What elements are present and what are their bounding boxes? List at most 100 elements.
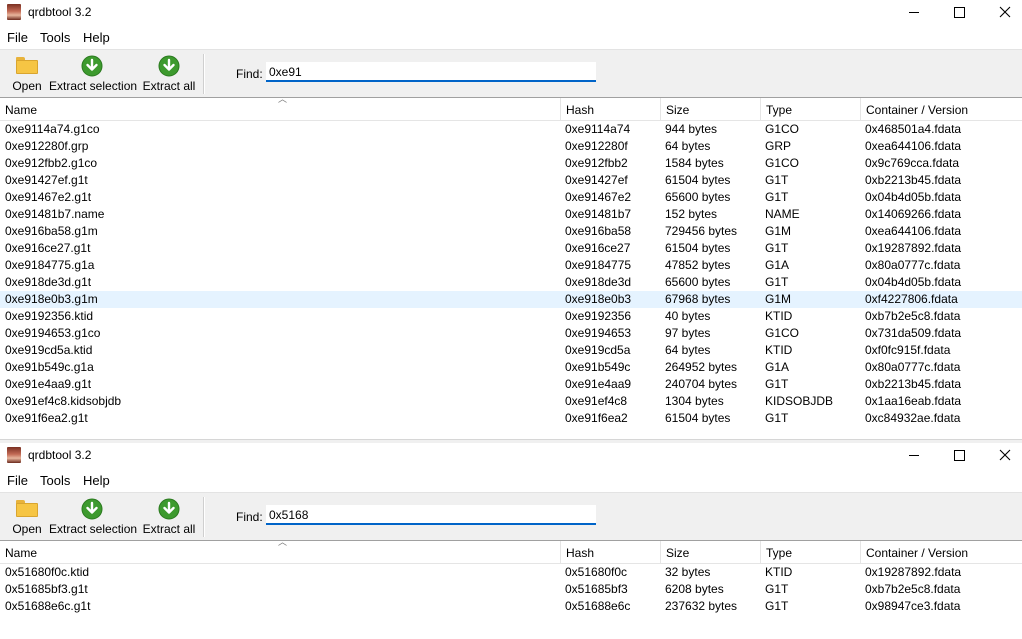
cell-container: 0xf0fc915f.fdata [865, 343, 951, 357]
sort-ascending-icon: ︿ [278, 94, 288, 104]
cell-size: 47852 bytes [665, 258, 731, 272]
table-row[interactable]: 0xe91481b7.name 0xe91481b7 152 bytes NAME 0x… [0, 206, 1022, 223]
cell-container: 0xb2213b45.fdata [865, 377, 962, 391]
cell-hash: 0xe9194653 [565, 326, 632, 340]
table-row[interactable]: 0xe91e4aa9.g1t 0xe91e4aa9 240704 bytes G1T 0… [0, 376, 1022, 393]
cell-container: 0xb7b2e5c8.fdata [865, 309, 961, 323]
column-header-hash[interactable]: Hash [560, 98, 660, 120]
cell-name: 0xe91b549c.g1a [5, 360, 94, 374]
close-button[interactable] [991, 2, 1019, 22]
extract-selection-button[interactable]: Extract selection [49, 50, 138, 97]
table-row[interactable]: 0xe916ce27.g1t 0xe916ce27 61504 bytes G1T 0x… [0, 240, 1022, 257]
table-row[interactable]: 0xe9192356.ktid 0xe9192356 40 bytes KTID 0xb… [0, 308, 1022, 325]
open-button[interactable]: Open [9, 50, 45, 97]
column-header-size[interactable]: Size [660, 541, 760, 563]
toolbar: Open Extract selection Extract all Find: [0, 49, 1022, 98]
cell-type: KTID [765, 565, 793, 579]
download-arrow-icon [81, 498, 103, 520]
cell-container: 0x731da509.fdata [865, 326, 962, 340]
column-header-container[interactable]: Container / Version [860, 541, 1022, 563]
cell-name: 0xe91e4aa9.g1t [5, 377, 92, 391]
table-row[interactable]: 0xe918de3d.g1t 0xe918de3d 65600 bytes G1T 0x… [0, 274, 1022, 291]
cell-container: 0x19287892.fdata [865, 241, 962, 255]
table-row[interactable]: 0xe91b549c.g1a 0xe91b549c 264952 bytes G1A 0… [0, 359, 1022, 376]
table-row[interactable]: 0xe9184775.g1a 0xe9184775 47852 bytes G1A 0x… [0, 257, 1022, 274]
cell-size: 65600 bytes [665, 275, 731, 289]
extract-selection-label: Extract selection [49, 522, 138, 536]
table-row[interactable]: 0xe912fbb2.g1co 0xe912fbb2 1584 bytes G1CO 0… [0, 155, 1022, 172]
cell-size: 6208 bytes [665, 582, 724, 596]
cell-size: 64 bytes [665, 139, 711, 153]
maximize-icon [953, 449, 965, 461]
cell-type: G1T [765, 377, 789, 391]
cell-name: 0xe918de3d.g1t [5, 275, 92, 289]
cell-hash: 0xe916ba58 [565, 224, 632, 238]
cell-hash: 0xe91467e2 [565, 190, 632, 204]
window-title: qrdbtool 3.2 [28, 448, 92, 462]
download-arrow-icon [158, 55, 180, 77]
find-input[interactable] [266, 62, 596, 82]
cell-hash: 0xe91ef4c8 [565, 394, 628, 408]
table-header: Name Hash Size Type Container / Version … [0, 538, 1022, 564]
cell-name: 0xe91427ef.g1t [5, 173, 88, 187]
column-header-type[interactable]: Type [760, 98, 860, 120]
menu-help[interactable]: Help [83, 30, 110, 45]
table-row[interactable]: 0x51688e6c.g1t 0x51688e6c 237632 bytes G1T 0… [0, 598, 1022, 615]
menu-tools[interactable]: Tools [40, 30, 70, 45]
cell-container: 0x9c769cca.fdata [865, 156, 960, 170]
extract-all-button[interactable]: Extract all [141, 493, 197, 540]
cell-size: 152 bytes [665, 207, 718, 221]
minimize-button[interactable] [900, 2, 928, 22]
cell-container: 0x04b4d05b.fdata [865, 275, 962, 289]
table-row[interactable]: 0xe91ef4c8.kidsobjdb 0xe91ef4c8 1304 bytes… [0, 393, 1022, 410]
cell-name: 0xe918e0b3.g1m [5, 292, 98, 306]
table-row[interactable]: 0x51680f0c.ktid 0x51680f0c 32 bytes KTID 0x1… [0, 564, 1022, 581]
cell-size: 40 bytes [665, 309, 711, 323]
cell-name: 0x51680f0c.ktid [5, 565, 90, 579]
column-header-container[interactable]: Container / Version [860, 98, 1022, 120]
extract-selection-button[interactable]: Extract selection [49, 493, 138, 540]
menu-file[interactable]: File [7, 30, 28, 45]
menu-file[interactable]: File [7, 473, 28, 488]
cell-name: 0xe912fbb2.g1co [5, 156, 98, 170]
table-row[interactable]: 0xe916ba58.g1m 0xe916ba58 729456 bytes G1M 0… [0, 223, 1022, 240]
cell-container: 0xf4227806.fdata [865, 292, 958, 306]
column-header-hash[interactable]: Hash [560, 541, 660, 563]
cell-hash: 0xe918e0b3 [565, 292, 632, 306]
table-row[interactable]: 0xe91467e2.g1t 0xe91467e2 65600 bytes G1T 0x… [0, 189, 1022, 206]
table-row[interactable]: 0x51685bf3.g1t 0x51685bf3 6208 bytes G1T 0xb… [0, 581, 1022, 598]
cell-name: 0xe91ef4c8.kidsobjdb [5, 394, 122, 408]
app-icon [7, 447, 21, 463]
extract-selection-label: Extract selection [49, 79, 138, 93]
folder-icon [16, 57, 38, 74]
find-input[interactable] [266, 505, 596, 525]
cell-name: 0xe9114a74.g1co [5, 122, 100, 136]
table-row[interactable]: 0xe918e0b3.g1m 0xe918e0b3 67968 bytes G1M 0x… [0, 291, 1022, 308]
table-row[interactable]: 0xe9114a74.g1co 0xe9114a74 944 bytes G1CO 0x… [0, 121, 1022, 138]
cell-name: 0x51688e6c.g1t [5, 599, 91, 613]
cell-type: KTID [765, 309, 793, 323]
cell-container: 0xb7b2e5c8.fdata [865, 582, 961, 596]
maximize-button[interactable] [945, 2, 973, 22]
cell-type: G1M [765, 224, 792, 238]
minimize-button[interactable] [900, 445, 928, 465]
maximize-button[interactable] [945, 445, 973, 465]
menu-tools[interactable]: Tools [40, 473, 70, 488]
extract-all-button[interactable]: Extract all [141, 50, 197, 97]
cell-size: 61504 bytes [665, 411, 731, 425]
column-header-type[interactable]: Type [760, 541, 860, 563]
table-row[interactable]: 0xe9194653.g1co 0xe9194653 97 bytes G1CO 0x7… [0, 325, 1022, 342]
column-header-size[interactable]: Size [660, 98, 760, 120]
cell-name: 0xe916ce27.g1t [5, 241, 91, 255]
cell-type: G1T [765, 241, 789, 255]
app-icon [7, 4, 21, 20]
table-body: 0xe9114a74.g1co 0xe9114a74 944 bytes G1CO 0x… [0, 121, 1022, 427]
cell-type: KTID [765, 343, 793, 357]
table-row[interactable]: 0xe912280f.grp 0xe912280f 64 bytes GRP 0xea6… [0, 138, 1022, 155]
table-row[interactable]: 0xe91f6ea2.g1t 0xe91f6ea2 61504 bytes G1T 0x… [0, 410, 1022, 427]
open-button[interactable]: Open [9, 493, 45, 540]
menu-help[interactable]: Help [83, 473, 110, 488]
table-row[interactable]: 0xe91427ef.g1t 0xe91427ef 61504 bytes G1T 0x… [0, 172, 1022, 189]
close-button[interactable] [991, 445, 1019, 465]
table-row[interactable]: 0xe919cd5a.ktid 0xe919cd5a 64 bytes KTID 0xf… [0, 342, 1022, 359]
